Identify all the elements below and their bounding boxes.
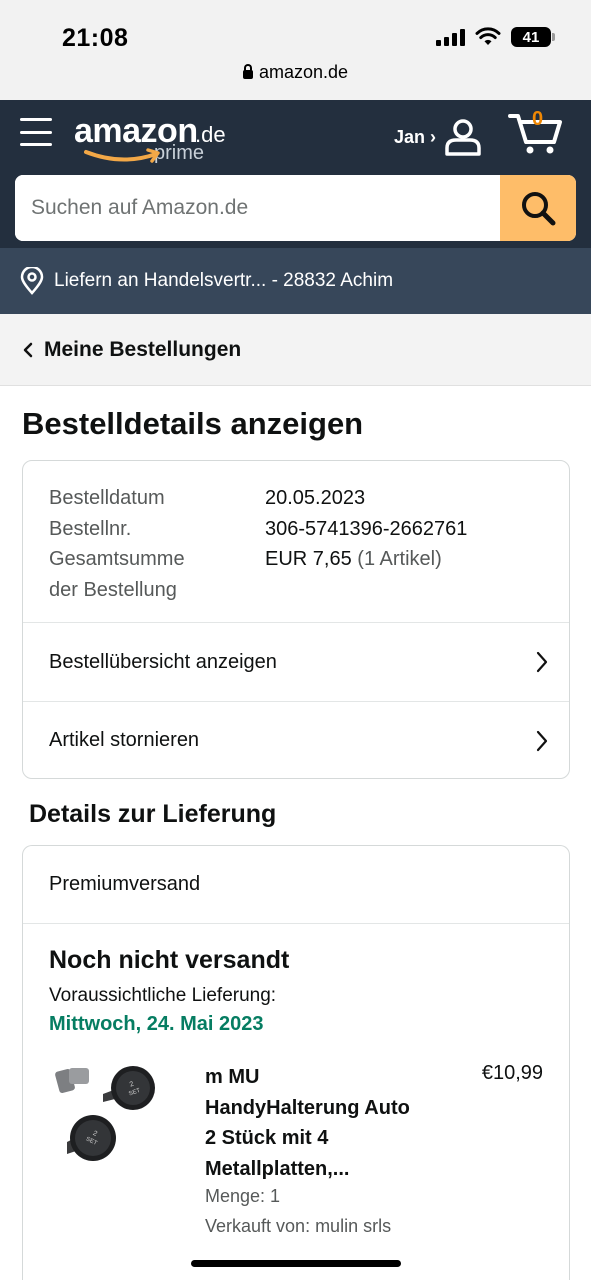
item-title[interactable]: m MU HandyHalterung Auto 2 Stück mit 4 M…: [205, 1062, 455, 1184]
account-button[interactable]: Jan ›: [394, 112, 482, 162]
user-icon: [445, 119, 481, 156]
shipment-status-block: Noch nicht versandt Voraussichtliche Lie…: [23, 924, 569, 1262]
total-key-line2: der Bestellung: [49, 578, 177, 601]
cart-button[interactable]: 0: [508, 108, 568, 158]
summary-key: Bestelldatum: [49, 487, 165, 509]
item-title-line: m MU: [205, 1066, 260, 1088]
amazon-prime-logo[interactable]: amazon .de prime: [74, 112, 234, 172]
order-total: EUR 7,65: [265, 548, 352, 570]
order-item-count: (1 Artikel): [357, 548, 442, 570]
battery-icon: 41: [511, 27, 555, 47]
delivery-location-bar[interactable]: Liefern an Handelsvertr... - 28832 Achim: [0, 248, 591, 314]
url-text: amazon.de: [258, 62, 349, 82]
summary-value: 306-5741396-2662761: [265, 517, 468, 540]
back-to-orders-link[interactable]: Meine Bestellungen: [0, 314, 591, 386]
item-quantity: Menge: 1: [205, 1186, 281, 1206]
summary-row: Bestelldatum 20.05.2023: [49, 483, 543, 514]
back-link-label: Meine Bestellungen: [44, 337, 242, 361]
cancel-items-link[interactable]: Artikel stornieren: [23, 701, 569, 778]
summary-key: Bestellnr.: [49, 517, 132, 540]
summary-value: EUR 7,65 (1 Artikel): [265, 544, 442, 605]
search-icon: [522, 192, 556, 226]
expected-delivery-date: Mittwoch, 24. Mai 2023: [49, 1013, 264, 1035]
item-title-line: HandyHalterung Auto: [205, 1096, 410, 1119]
item-title-line: Metallplatten,...: [205, 1157, 350, 1180]
item-seller: Verkauft von: mulin srls: [205, 1216, 392, 1236]
link-label: Artikel stornieren: [49, 729, 200, 751]
expected-delivery-label: Voraussichtliche Lieferung:: [49, 985, 277, 1006]
summary-key: Gesamtsumme der Bestellung: [49, 544, 265, 605]
page-title: Bestelldetails anzeigen: [22, 406, 364, 441]
total-key-line1: Gesamtsumme: [49, 548, 185, 570]
shipment-status: Noch nicht versandt: [49, 946, 290, 974]
summary-value: 20.05.2023: [265, 487, 366, 509]
item-price: €10,99: [481, 1062, 543, 1084]
product-image[interactable]: 2 SET 2 SET: [53, 1062, 165, 1172]
browser-url-bar[interactable]: amazon.de: [0, 62, 591, 83]
delivery-card: Premiumversand Noch nicht versandt Vorau…: [22, 845, 570, 1280]
order-summary: Bestelldatum 20.05.2023 Bestellnr. 306-5…: [23, 461, 569, 623]
cart-count: 0: [532, 108, 544, 130]
chevron-left-icon: [23, 342, 33, 357]
summary-row: Bestellnr. 306-5741396-2662761: [49, 514, 543, 545]
chevron-right-icon: [536, 730, 548, 751]
search-button[interactable]: [500, 175, 576, 241]
status-time: 21:08: [62, 24, 129, 52]
hamburger-menu-icon[interactable]: [20, 118, 52, 146]
search-bar: [15, 175, 576, 241]
summary-row-total: Gesamtsumme der Bestellung EUR 7,65 (1 A…: [49, 544, 543, 605]
delivery-details-title: Details zur Lieferung: [29, 800, 277, 828]
item-title-line: 2 Stück mit 4: [205, 1127, 329, 1149]
order-summary-card: Bestelldatum 20.05.2023 Bestellnr. 306-5…: [22, 460, 570, 779]
account-name: Jan ›: [394, 126, 437, 147]
view-order-summary-link[interactable]: Bestellübersicht anzeigen: [23, 623, 569, 701]
search-input[interactable]: [15, 175, 501, 241]
status-bar: 21:08 41 amazon.de: [0, 0, 591, 100]
smile-arrow-icon: [84, 148, 160, 163]
cellular-signal-icon: [436, 28, 465, 46]
status-icons: 41: [436, 27, 555, 47]
location-pin-icon: [20, 267, 44, 295]
lock-icon: [242, 64, 253, 79]
delivery-location-text: Liefern an Handelsvertr... - 28832 Achim: [54, 270, 394, 291]
chevron-right-icon: [536, 651, 548, 673]
home-indicator[interactable]: [191, 1260, 401, 1267]
battery-level: 41: [522, 28, 540, 46]
shipping-method: Premiumversand: [23, 846, 569, 924]
wifi-icon: [475, 27, 501, 45]
link-label: Bestellübersicht anzeigen: [49, 650, 277, 673]
order-item[interactable]: 2 SET 2 SET m MU HandyHalterung Auto 2 S…: [49, 1062, 543, 1262]
